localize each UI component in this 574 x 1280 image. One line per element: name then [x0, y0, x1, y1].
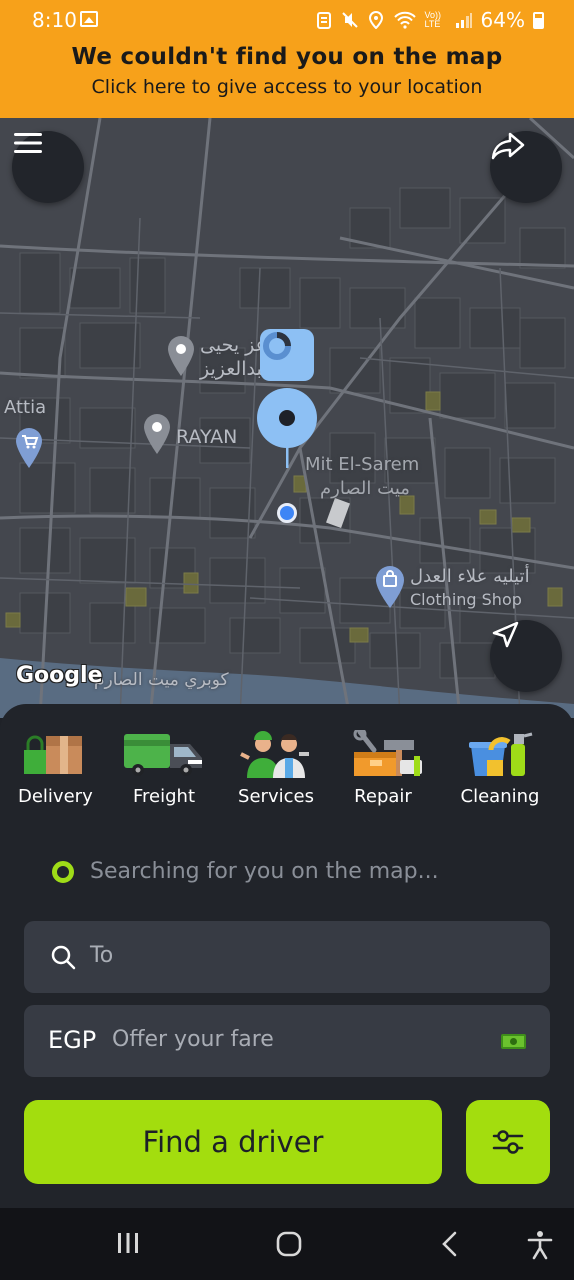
- share-button[interactable]: [490, 131, 562, 203]
- service-cleaning[interactable]: Cleaning: [460, 730, 540, 807]
- fare-placeholder: Offer your fare: [112, 1027, 274, 1052]
- poi-pin-rayan-icon[interactable]: [142, 412, 172, 456]
- battery-icon: [533, 11, 544, 29]
- accessibility-icon[interactable]: [526, 1230, 554, 1260]
- pickup-location-status[interactable]: Searching for you on the map...: [52, 859, 439, 884]
- services-workers-icon: [239, 730, 313, 778]
- currency-label: EGP: [48, 1026, 97, 1054]
- home-icon[interactable]: [275, 1230, 303, 1258]
- map-label-rayan: RAYAN: [176, 426, 238, 448]
- menu-button[interactable]: [12, 131, 84, 203]
- map-label-bridge: كوبري ميت الصارم: [94, 670, 229, 690]
- app-screen: 8:10 Vo)) LTE 64% We couldn't find you o…: [0, 0, 574, 1280]
- location-icon: [368, 11, 383, 29]
- status-bar: 8:10 Vo)) LTE 64%: [0, 0, 574, 40]
- map-label-attia: Attia: [4, 397, 47, 418]
- alarm-icon: [316, 12, 331, 29]
- status-icons: Vo)) LTE 64%: [315, 8, 544, 32]
- google-logo: Google: [16, 663, 103, 688]
- map-label-atelier-ar: أتيليه علاء العدل: [410, 566, 530, 587]
- wifi-icon: [393, 11, 416, 29]
- back-icon[interactable]: [440, 1230, 460, 1258]
- service-label: Freight: [132, 786, 195, 807]
- cash-payment-icon[interactable]: [501, 1034, 526, 1049]
- recent-apps-icon[interactable]: [116, 1230, 140, 1256]
- volte-indicator: Vo)) LTE: [424, 10, 442, 29]
- battery-percent: 64%: [480, 8, 525, 32]
- pickup-searching-text: Searching for you on the map...: [90, 859, 439, 884]
- banner-title: We couldn't find you on the map: [71, 44, 503, 70]
- signal-icon: [455, 13, 472, 28]
- service-label: Cleaning: [460, 786, 540, 807]
- gallery-notification-icon: [80, 11, 98, 27]
- mute-icon: [341, 12, 358, 28]
- poi-pin-yahya-icon[interactable]: [166, 334, 196, 378]
- destination-field[interactable]: To: [24, 921, 550, 993]
- service-label: Delivery: [18, 786, 93, 807]
- service-services[interactable]: Services: [238, 730, 314, 807]
- service-repair[interactable]: Repair: [350, 727, 422, 807]
- booking-sheet: Delivery Freight Services Repair Cleanin…: [0, 704, 574, 1208]
- sliders-icon: [492, 1130, 524, 1154]
- service-freight[interactable]: Freight: [122, 730, 206, 807]
- destination-placeholder: To: [90, 943, 114, 968]
- navigation-arrow-icon: [492, 621, 519, 648]
- pickup-pin-icon: [257, 388, 317, 468]
- banner-subtitle[interactable]: Click here to give access to your locati…: [0, 76, 574, 98]
- shopping-bag-pin-icon[interactable]: [374, 564, 406, 610]
- share-arrow-icon: [491, 132, 525, 160]
- fare-field[interactable]: EGP Offer your fare: [24, 1005, 550, 1077]
- shopping-cart-pin-icon[interactable]: [14, 426, 44, 470]
- search-icon: [51, 945, 76, 970]
- map-label-yahya-1: عز يحيى: [200, 334, 267, 356]
- system-nav-bar: [0, 1208, 574, 1280]
- map-view[interactable]: عز يحيى عبدالعزيز Attia RAYAN Mit El-Sar…: [0, 118, 574, 718]
- find-driver-button[interactable]: Find a driver: [24, 1100, 442, 1184]
- status-time: 8:10: [32, 8, 77, 32]
- map-label-mit-el-sarem: Mit El-Sarem: [305, 454, 420, 475]
- freight-truck-icon: [122, 730, 206, 778]
- my-location-button[interactable]: [490, 620, 562, 692]
- delivery-icon: [22, 730, 86, 778]
- service-categories: Delivery Freight Services Repair Cleanin…: [0, 727, 574, 820]
- pickup-dot-icon: [52, 860, 74, 883]
- service-delivery[interactable]: Delivery: [18, 730, 93, 807]
- current-location-dot: [277, 503, 297, 523]
- location-loading-badge: [260, 329, 314, 381]
- loading-spinner-icon: [263, 332, 291, 360]
- cleaning-supplies-icon: [467, 730, 533, 778]
- location-banner[interactable]: 8:10 Vo)) LTE 64% We couldn't find you o…: [0, 0, 574, 118]
- service-label: Repair: [354, 786, 412, 807]
- map-label-mit-el-sarem-ar: ميت الصارم: [320, 478, 410, 499]
- trip-options-button[interactable]: [466, 1100, 550, 1184]
- service-label: Services: [238, 786, 314, 807]
- hamburger-menu-icon: [14, 133, 42, 153]
- banner-text[interactable]: We couldn't find you on the map Click he…: [0, 44, 574, 98]
- map-label-clothing-shop: Clothing Shop: [410, 590, 522, 609]
- repair-tools-icon: [350, 727, 424, 778]
